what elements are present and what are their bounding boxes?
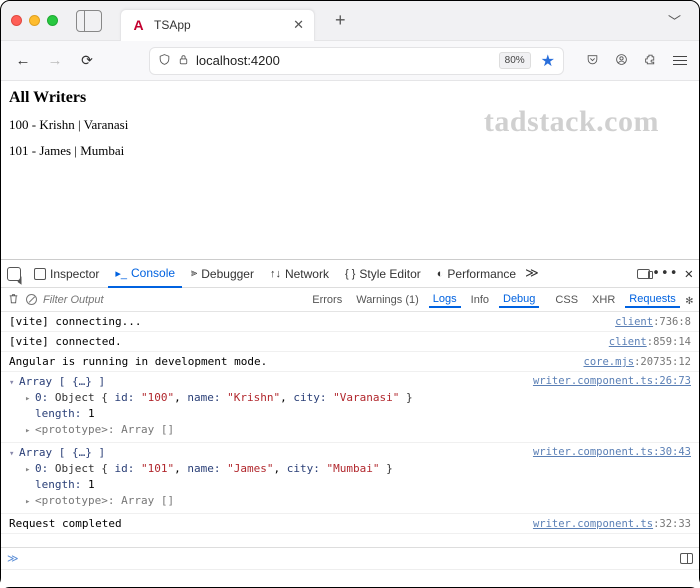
- log-source[interactable]: writer.component.ts:32:33: [533, 518, 691, 530]
- filter-errors[interactable]: Errors: [308, 293, 346, 307]
- tab-performance[interactable]: ◐Performance: [430, 260, 523, 287]
- disclosure-triangle-icon[interactable]: [25, 461, 35, 477]
- browser-toolbar: ← → ⟳ localhost:4200 80% ★: [1, 41, 699, 81]
- console-icon: ▸_: [115, 267, 127, 280]
- devtools-tabbar: Inspector ▸_Console ⫸Debugger ↑↓Network …: [1, 260, 699, 288]
- filter-warnings[interactable]: Warnings (1): [352, 293, 423, 307]
- filter-logs[interactable]: Logs: [429, 292, 461, 308]
- page-content: tadstack.com All Writers 100 - Krishn | …: [1, 81, 699, 259]
- minimize-window-button[interactable]: [29, 15, 40, 26]
- sidebar-toggle-icon[interactable]: [76, 10, 102, 32]
- console-prompt-icon: ≫: [7, 552, 19, 565]
- element-picker-icon[interactable]: [7, 267, 21, 281]
- log-line: Request completed writer.component.ts:32…: [1, 514, 699, 534]
- writer-line: 101 - James | Mumbai: [9, 143, 691, 159]
- log-line: [vite] connected. client:859:14: [1, 332, 699, 352]
- shield-icon: [158, 53, 171, 69]
- window-titlebar: A TSApp ✕ + ﹀: [1, 1, 699, 41]
- log-line: [vite] connecting... client:736:8: [1, 312, 699, 332]
- log-message: [vite] connecting...: [9, 315, 141, 328]
- tab-inspector[interactable]: Inspector: [27, 260, 106, 287]
- inspector-icon: [34, 268, 46, 280]
- url-text: localhost:4200: [196, 53, 280, 68]
- log-object[interactable]: Array [ {…} ] writer.component.ts:26:73 …: [1, 372, 699, 443]
- address-bar[interactable]: localhost:4200 80% ★: [149, 47, 564, 75]
- log-source[interactable]: writer.component.ts:30:43: [533, 445, 691, 461]
- tab-label: Network: [285, 267, 329, 281]
- extensions-icon[interactable]: [644, 53, 657, 69]
- close-tab-icon[interactable]: ✕: [293, 17, 304, 33]
- account-icon[interactable]: [615, 53, 628, 69]
- tab-style-editor[interactable]: { } Style Editor: [338, 260, 428, 287]
- filter-debug[interactable]: Debug: [499, 292, 539, 308]
- reload-button[interactable]: ⟳: [77, 52, 97, 69]
- log-source[interactable]: writer.component.ts:26:73: [533, 374, 691, 390]
- filter-css[interactable]: CSS: [551, 293, 582, 307]
- performance-icon: ◐: [437, 268, 444, 280]
- tab-debugger[interactable]: ⫸ Debugger: [184, 260, 261, 287]
- close-window-button[interactable]: [11, 15, 22, 26]
- browser-tab[interactable]: A TSApp ✕: [120, 9, 315, 41]
- disclosure-triangle-icon[interactable]: [25, 390, 35, 406]
- devtools-menu-icon[interactable]: •••: [652, 266, 678, 281]
- filter-requests[interactable]: Requests: [625, 292, 679, 308]
- writer-line: 100 - Krishn | Varanasi: [9, 117, 691, 133]
- log-message: Angular is running in development mode.: [9, 355, 267, 368]
- disable-icon[interactable]: [26, 294, 37, 305]
- disclosure-triangle-icon[interactable]: [25, 422, 35, 438]
- split-console-icon[interactable]: [680, 553, 693, 564]
- menu-hamburger-icon[interactable]: [673, 56, 687, 66]
- tab-console[interactable]: ▸_ Console: [108, 261, 182, 288]
- tabs-overflow-chevron-icon[interactable]: ﹀: [660, 11, 689, 30]
- new-tab-button[interactable]: +: [335, 10, 346, 31]
- log-source[interactable]: core.mjs:20735:12: [584, 356, 691, 368]
- console-log-area: [vite] connecting... client:736:8 [vite]…: [1, 312, 699, 547]
- back-button[interactable]: ←: [13, 52, 33, 69]
- log-source[interactable]: client:736:8: [615, 316, 691, 328]
- debugger-icon: ⫸: [191, 267, 197, 280]
- tab-label: Style Editor: [359, 267, 420, 281]
- log-object[interactable]: Array [ {…} ] writer.component.ts:30:43 …: [1, 443, 699, 514]
- console-input-line[interactable]: ≫: [1, 547, 699, 569]
- tab-label: Inspector: [50, 267, 99, 281]
- disclosure-triangle-icon[interactable]: [9, 374, 19, 390]
- clear-console-icon[interactable]: [7, 292, 20, 308]
- log-message: Request completed: [9, 517, 122, 530]
- tab-label: Debugger: [201, 267, 254, 281]
- maximize-window-button[interactable]: [47, 15, 58, 26]
- filter-xhr[interactable]: XHR: [588, 293, 619, 307]
- tab-label: Console: [131, 266, 175, 280]
- disclosure-triangle-icon[interactable]: [25, 493, 35, 509]
- devtools-footer: [1, 569, 699, 587]
- pocket-icon[interactable]: [586, 53, 599, 69]
- style-editor-icon: { }: [345, 268, 355, 280]
- array-header: Array [ {…} ]: [19, 446, 105, 459]
- bookmark-star-icon[interactable]: ★: [541, 51, 555, 71]
- tab-title: TSApp: [154, 18, 285, 32]
- filter-info[interactable]: Info: [467, 293, 493, 307]
- console-filterbar: Errors Warnings (1) Logs Info Debug CSS …: [1, 288, 699, 312]
- traffic-lights: [11, 15, 58, 26]
- responsive-design-icon[interactable]: [637, 269, 650, 279]
- devtools-panel: Inspector ▸_Console ⫸Debugger ↑↓Network …: [1, 259, 699, 587]
- disclosure-triangle-icon[interactable]: [9, 445, 19, 461]
- page-heading: All Writers: [9, 89, 691, 107]
- log-message: [vite] connected.: [9, 335, 122, 348]
- network-icon: ↑↓: [270, 268, 281, 280]
- tabs-overflow-icon[interactable]: ≫: [525, 266, 539, 281]
- lock-icon: [177, 53, 190, 69]
- angular-favicon-icon: A: [131, 18, 146, 33]
- tab-network[interactable]: ↑↓ Network: [263, 260, 336, 287]
- console-settings-icon[interactable]: ✻: [686, 293, 693, 307]
- array-header: Array [ {…} ]: [19, 375, 105, 388]
- zoom-level-badge[interactable]: 80%: [499, 52, 531, 69]
- log-line: Angular is running in development mode. …: [1, 352, 699, 372]
- filter-output-input[interactable]: [43, 294, 163, 306]
- log-source[interactable]: client:859:14: [609, 336, 691, 348]
- forward-button: →: [45, 52, 65, 69]
- close-devtools-icon[interactable]: ✕: [685, 266, 693, 282]
- tab-label: Performance: [447, 267, 516, 281]
